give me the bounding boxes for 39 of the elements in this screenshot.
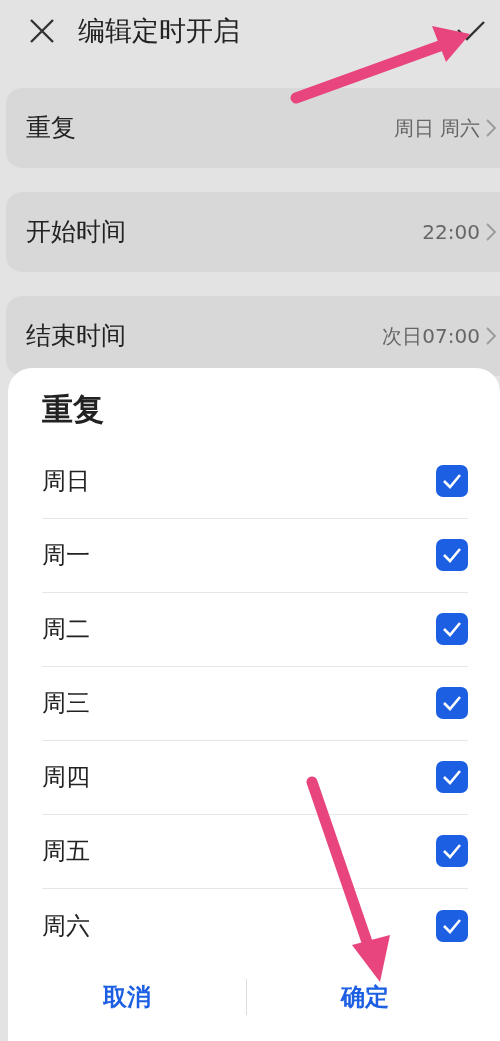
- setting-row[interactable]: 开始时间 22:00: [6, 192, 500, 272]
- check-icon: [442, 769, 462, 785]
- check-icon: [442, 695, 462, 711]
- check-icon: [442, 917, 462, 934]
- setting-label: 开始时间: [26, 216, 127, 249]
- chevron-icon: [486, 119, 496, 137]
- page-title: 编辑定时开启: [78, 13, 241, 48]
- setting-value: 次日07:00: [382, 323, 480, 350]
- confirm-icon[interactable]: [456, 19, 486, 43]
- checkbox[interactable]: [436, 465, 468, 497]
- setting-row[interactable]: 结束时间 次日07:00: [6, 296, 500, 376]
- day-label: 周六: [42, 910, 90, 942]
- day-label: 周二: [42, 614, 90, 645]
- setting-value: 周日 周六: [393, 115, 480, 142]
- ok-button[interactable]: 确定: [246, 972, 484, 1021]
- day-label: 周日: [42, 466, 90, 497]
- day-label: 周一: [42, 540, 90, 571]
- day-label: 周四: [42, 762, 90, 793]
- checkbox[interactable]: [436, 835, 468, 867]
- check-icon: [442, 843, 462, 859]
- setting-value: 22:00: [422, 219, 480, 246]
- setting-row[interactable]: 重复 周日 周六: [6, 88, 500, 168]
- day-label: 周三: [42, 688, 90, 719]
- check-icon: [442, 621, 462, 637]
- checkbox[interactable]: [436, 909, 468, 942]
- check-icon: [442, 473, 462, 489]
- checkbox[interactable]: [436, 761, 468, 793]
- setting-label: 结束时间: [26, 320, 127, 353]
- day-label: 周五: [42, 836, 90, 867]
- chevron-icon: [486, 223, 496, 241]
- close-icon[interactable]: [28, 17, 56, 45]
- cancel-button[interactable]: 取消: [8, 972, 246, 1021]
- checkbox[interactable]: [436, 613, 468, 645]
- chevron-icon: [486, 327, 496, 345]
- setting-label: 重复: [26, 112, 77, 145]
- checkbox[interactable]: [436, 687, 468, 719]
- dialog-title: 重复: [42, 390, 105, 429]
- check-icon: [442, 547, 462, 563]
- checkbox[interactable]: [436, 539, 468, 571]
